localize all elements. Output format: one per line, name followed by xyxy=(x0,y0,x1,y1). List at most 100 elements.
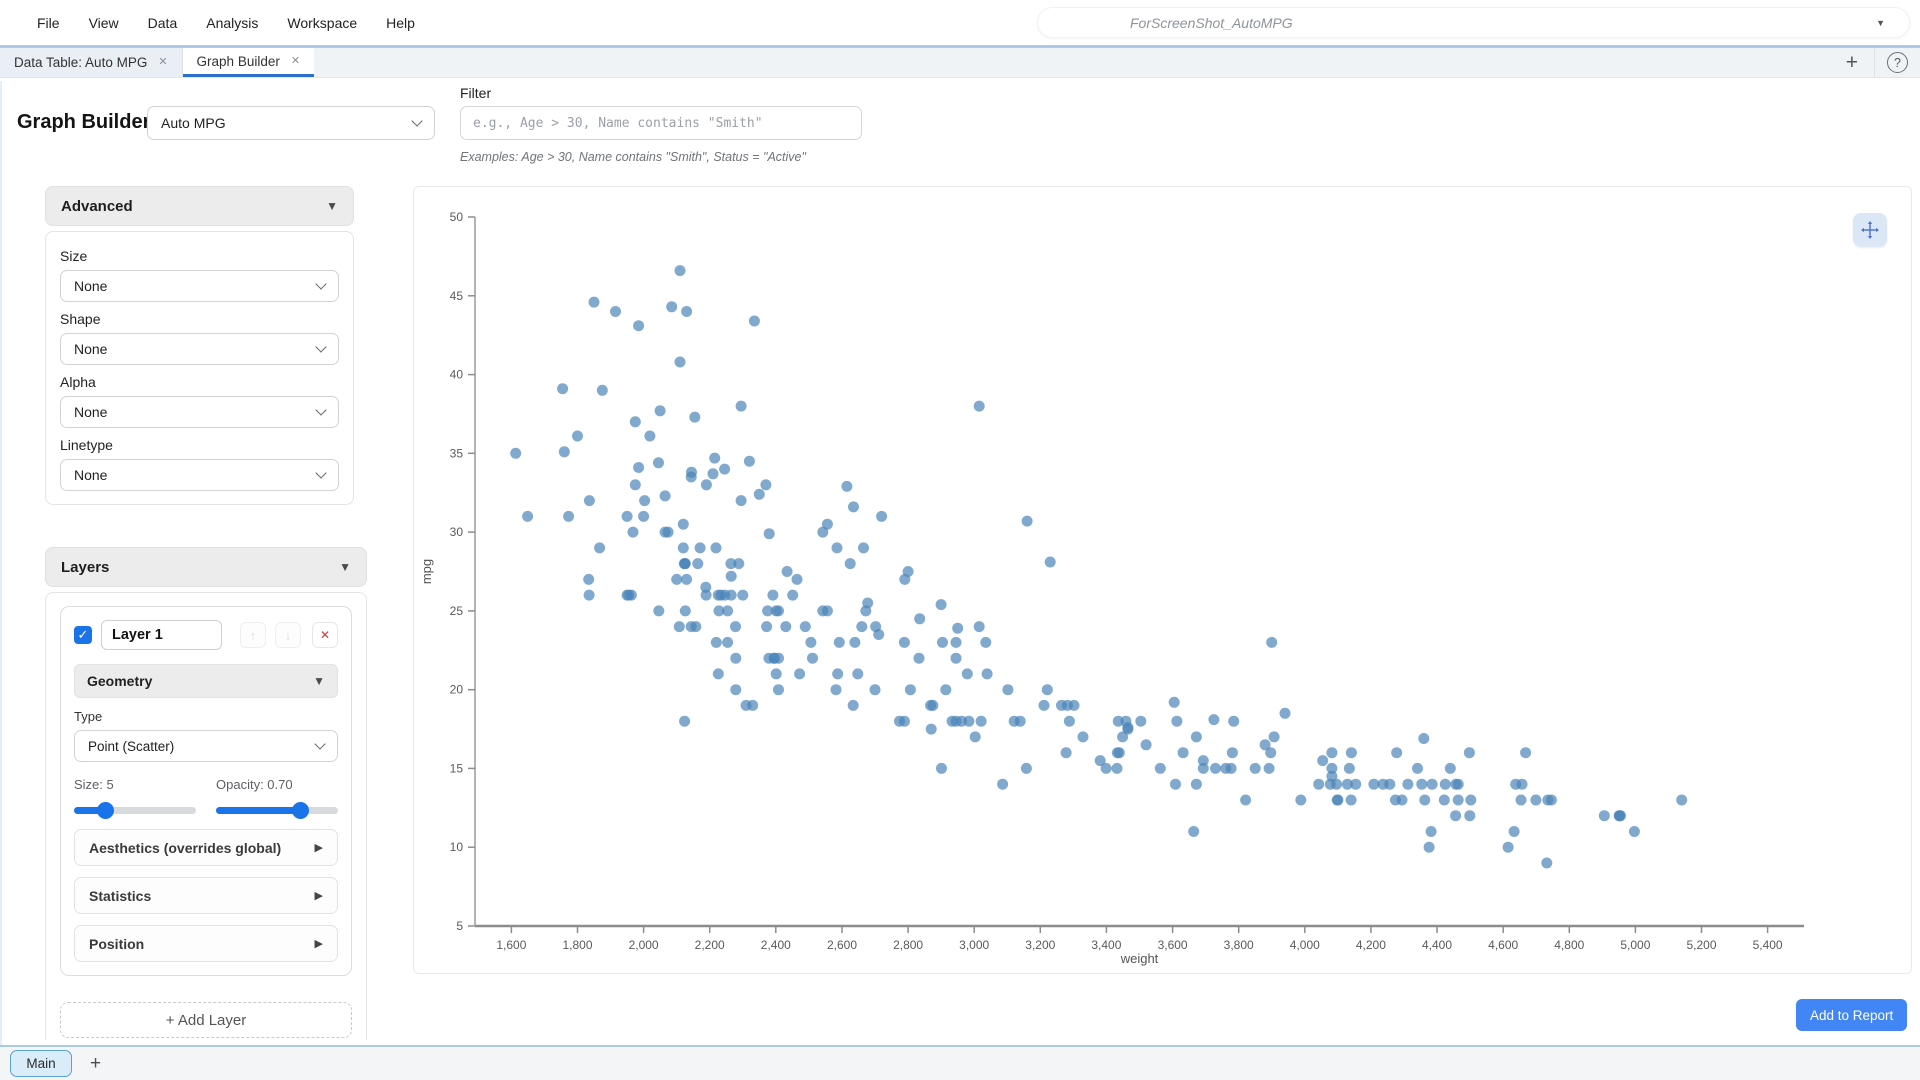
position-section-header[interactable]: Position ▶ xyxy=(74,925,338,962)
y-tick-label: 5 xyxy=(456,919,463,933)
slider-thumb[interactable] xyxy=(292,802,309,819)
close-icon[interactable]: ✕ xyxy=(158,57,167,68)
chevron-down-icon xyxy=(315,404,326,415)
opacity-label: Opacity: 0.70 xyxy=(216,777,338,792)
add-workspace-tab-button[interactable]: + xyxy=(90,1053,101,1075)
scatter-point xyxy=(695,542,706,553)
scatter-point xyxy=(1198,755,1209,766)
scatter-point xyxy=(845,558,856,569)
scatter-point xyxy=(951,716,962,727)
scatter-point xyxy=(848,501,859,512)
scatter-point xyxy=(1332,795,1343,806)
scatter-point xyxy=(660,527,671,538)
menu-analysis[interactable]: Analysis xyxy=(206,15,258,31)
dataset-select[interactable]: Auto MPG xyxy=(147,106,435,140)
move-layer-up-button[interactable]: ↑ xyxy=(240,622,266,648)
tab-label: Graph Builder xyxy=(197,54,280,69)
scatter-point xyxy=(1260,739,1271,750)
tab-graph-builder[interactable]: Graph Builder ✕ xyxy=(183,48,315,77)
scatter-point xyxy=(1342,779,1353,790)
new-tab-button[interactable]: + xyxy=(1830,51,1874,75)
scatter-point xyxy=(713,668,724,679)
advanced-panel: Advanced ▼ Size None Shape None Alpha No… xyxy=(45,186,354,505)
scatter-point xyxy=(713,590,724,601)
delete-layer-button[interactable]: ✕ xyxy=(312,622,338,648)
aesthetics-section-header[interactable]: Aesthetics (overrides global) ▶ xyxy=(74,829,338,866)
size-select[interactable]: None xyxy=(60,270,339,302)
point-size-label: Size: 5 xyxy=(74,777,196,792)
filter-input[interactable]: e.g., Age > 30, Name contains "Smith" xyxy=(460,106,862,140)
chevron-down-icon xyxy=(315,278,326,289)
linetype-select[interactable]: None xyxy=(60,459,339,491)
point-size-slider[interactable] xyxy=(74,802,196,818)
x-tick-label: 3,200 xyxy=(1025,938,1055,952)
add-layer-button[interactable]: + Add Layer xyxy=(60,1002,352,1038)
scatter-point xyxy=(1021,763,1032,774)
expand-caret-icon[interactable]: ▶ xyxy=(315,889,323,902)
scatter-point xyxy=(736,495,747,506)
menu-view[interactable]: View xyxy=(89,15,119,31)
collapse-caret-icon[interactable]: ▼ xyxy=(313,674,325,688)
x-tick-label: 2,000 xyxy=(629,938,659,952)
workspace-name-selector[interactable]: ForScreenShot_AutoMPG ▼ xyxy=(1037,7,1910,38)
close-icon[interactable]: ✕ xyxy=(291,56,300,67)
x-tick-label: 5,400 xyxy=(1753,938,1783,952)
collapse-caret-icon[interactable]: ▼ xyxy=(326,199,338,213)
statistics-section-header[interactable]: Statistics ▶ xyxy=(74,877,338,914)
scatter-point xyxy=(1402,779,1413,790)
scatter-point xyxy=(653,605,664,616)
chevron-down-icon xyxy=(315,341,326,352)
panel-title: Layers xyxy=(61,559,109,576)
scatter-point xyxy=(1208,714,1219,725)
scatter-point xyxy=(1226,763,1237,774)
collapse-caret-icon[interactable]: ▼ xyxy=(339,560,351,574)
geometry-section-header[interactable]: Geometry ▼ xyxy=(74,664,338,698)
layers-panel-header[interactable]: Layers ▼ xyxy=(45,547,367,587)
scatter-point xyxy=(817,527,828,538)
geometry-type-select[interactable]: Point (Scatter) xyxy=(74,730,338,762)
scatter-point xyxy=(927,700,938,711)
scatter-point xyxy=(974,621,985,632)
scatter-point xyxy=(936,599,947,610)
chevron-down-icon[interactable]: ▼ xyxy=(1876,18,1885,28)
x-tick-label: 5,000 xyxy=(1620,938,1650,952)
tab-label: Data Table: Auto MPG xyxy=(14,55,147,70)
shape-select[interactable]: None xyxy=(60,333,339,365)
scatter-point xyxy=(589,297,600,308)
layer-name-input[interactable]: Layer 1 xyxy=(101,620,222,650)
move-layer-down-button[interactable]: ↓ xyxy=(275,622,301,648)
alpha-select[interactable]: None xyxy=(60,396,339,428)
slider-thumb[interactable] xyxy=(97,802,114,819)
alpha-select-value: None xyxy=(74,404,107,420)
scatter-point xyxy=(730,653,741,664)
scatter-point xyxy=(730,684,741,695)
pan-tool-button[interactable] xyxy=(1853,213,1887,247)
scatter-point xyxy=(1045,557,1056,568)
size-label: Size xyxy=(60,248,339,264)
main-workspace-tab[interactable]: Main xyxy=(10,1050,72,1077)
advanced-panel-header[interactable]: Advanced ▼ xyxy=(45,186,354,226)
menu-file[interactable]: File xyxy=(37,15,60,31)
menu-workspace[interactable]: Workspace xyxy=(287,15,357,31)
x-axis-title: weight xyxy=(1120,951,1159,966)
scatter-point xyxy=(1240,795,1251,806)
expand-caret-icon[interactable]: ▶ xyxy=(315,937,323,950)
scatter-point xyxy=(1039,700,1050,711)
chevron-down-icon xyxy=(315,467,326,478)
scatter-point xyxy=(678,542,689,553)
help-icon[interactable]: ? xyxy=(1887,52,1908,73)
tab-data-table[interactable]: Data Table: Auto MPG ✕ xyxy=(0,48,183,77)
scatter-point xyxy=(1346,795,1357,806)
add-to-report-button[interactable]: Add to Report xyxy=(1796,999,1907,1031)
scatter-point xyxy=(1188,826,1199,837)
expand-caret-icon[interactable]: ▶ xyxy=(315,841,323,854)
scatter-point xyxy=(773,605,784,616)
scatter-point xyxy=(1450,779,1461,790)
opacity-slider[interactable] xyxy=(216,802,338,818)
menu-data[interactable]: Data xyxy=(148,15,178,31)
layer-visible-checkbox[interactable]: ✓ xyxy=(74,626,92,644)
menu-help[interactable]: Help xyxy=(386,15,415,31)
scatter-point xyxy=(849,637,860,648)
scatter-point xyxy=(701,479,712,490)
scatter-point xyxy=(674,621,685,632)
